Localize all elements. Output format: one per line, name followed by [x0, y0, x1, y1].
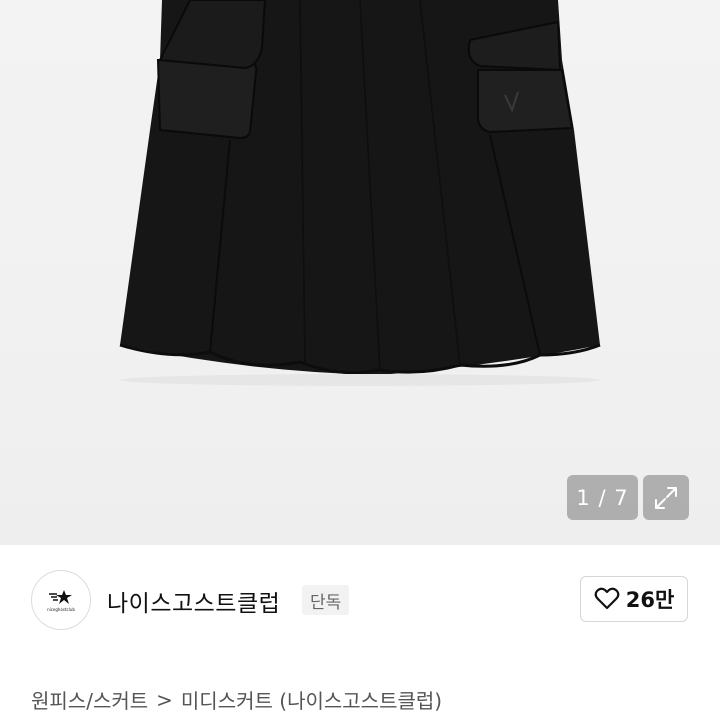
chevron-right-icon: >: [156, 687, 173, 712]
product-image-gallery[interactable]: 1 / 7: [0, 0, 720, 545]
like-button[interactable]: 26만: [580, 576, 688, 622]
breadcrumb-secondary[interactable]: 미디스커트 (나이스고스트클럽): [181, 685, 442, 714]
breadcrumb: 원피스/스커트 > 미디스커트 (나이스고스트클럽): [31, 685, 442, 714]
brand-name[interactable]: 나이스고스트클럽: [107, 584, 280, 618]
product-image-skirt: [119, 0, 601, 386]
brand-logo[interactable]: niceghostclub: [31, 570, 91, 630]
brand-row: niceghostclub 나이스고스트클럽 단독 26만: [0, 545, 720, 655]
image-counter: 1 / 7: [567, 475, 638, 520]
exclusive-badge: 단독: [302, 585, 350, 615]
logo-text: niceghostclub: [47, 606, 75, 612]
expand-button[interactable]: [643, 475, 689, 520]
breadcrumb-primary[interactable]: 원피스/스커트: [31, 685, 148, 714]
star-icon: [49, 589, 72, 604]
expand-arrows-icon: [655, 486, 677, 509]
heart-outline-icon: [594, 587, 620, 610]
like-count: 26만: [625, 588, 675, 612]
